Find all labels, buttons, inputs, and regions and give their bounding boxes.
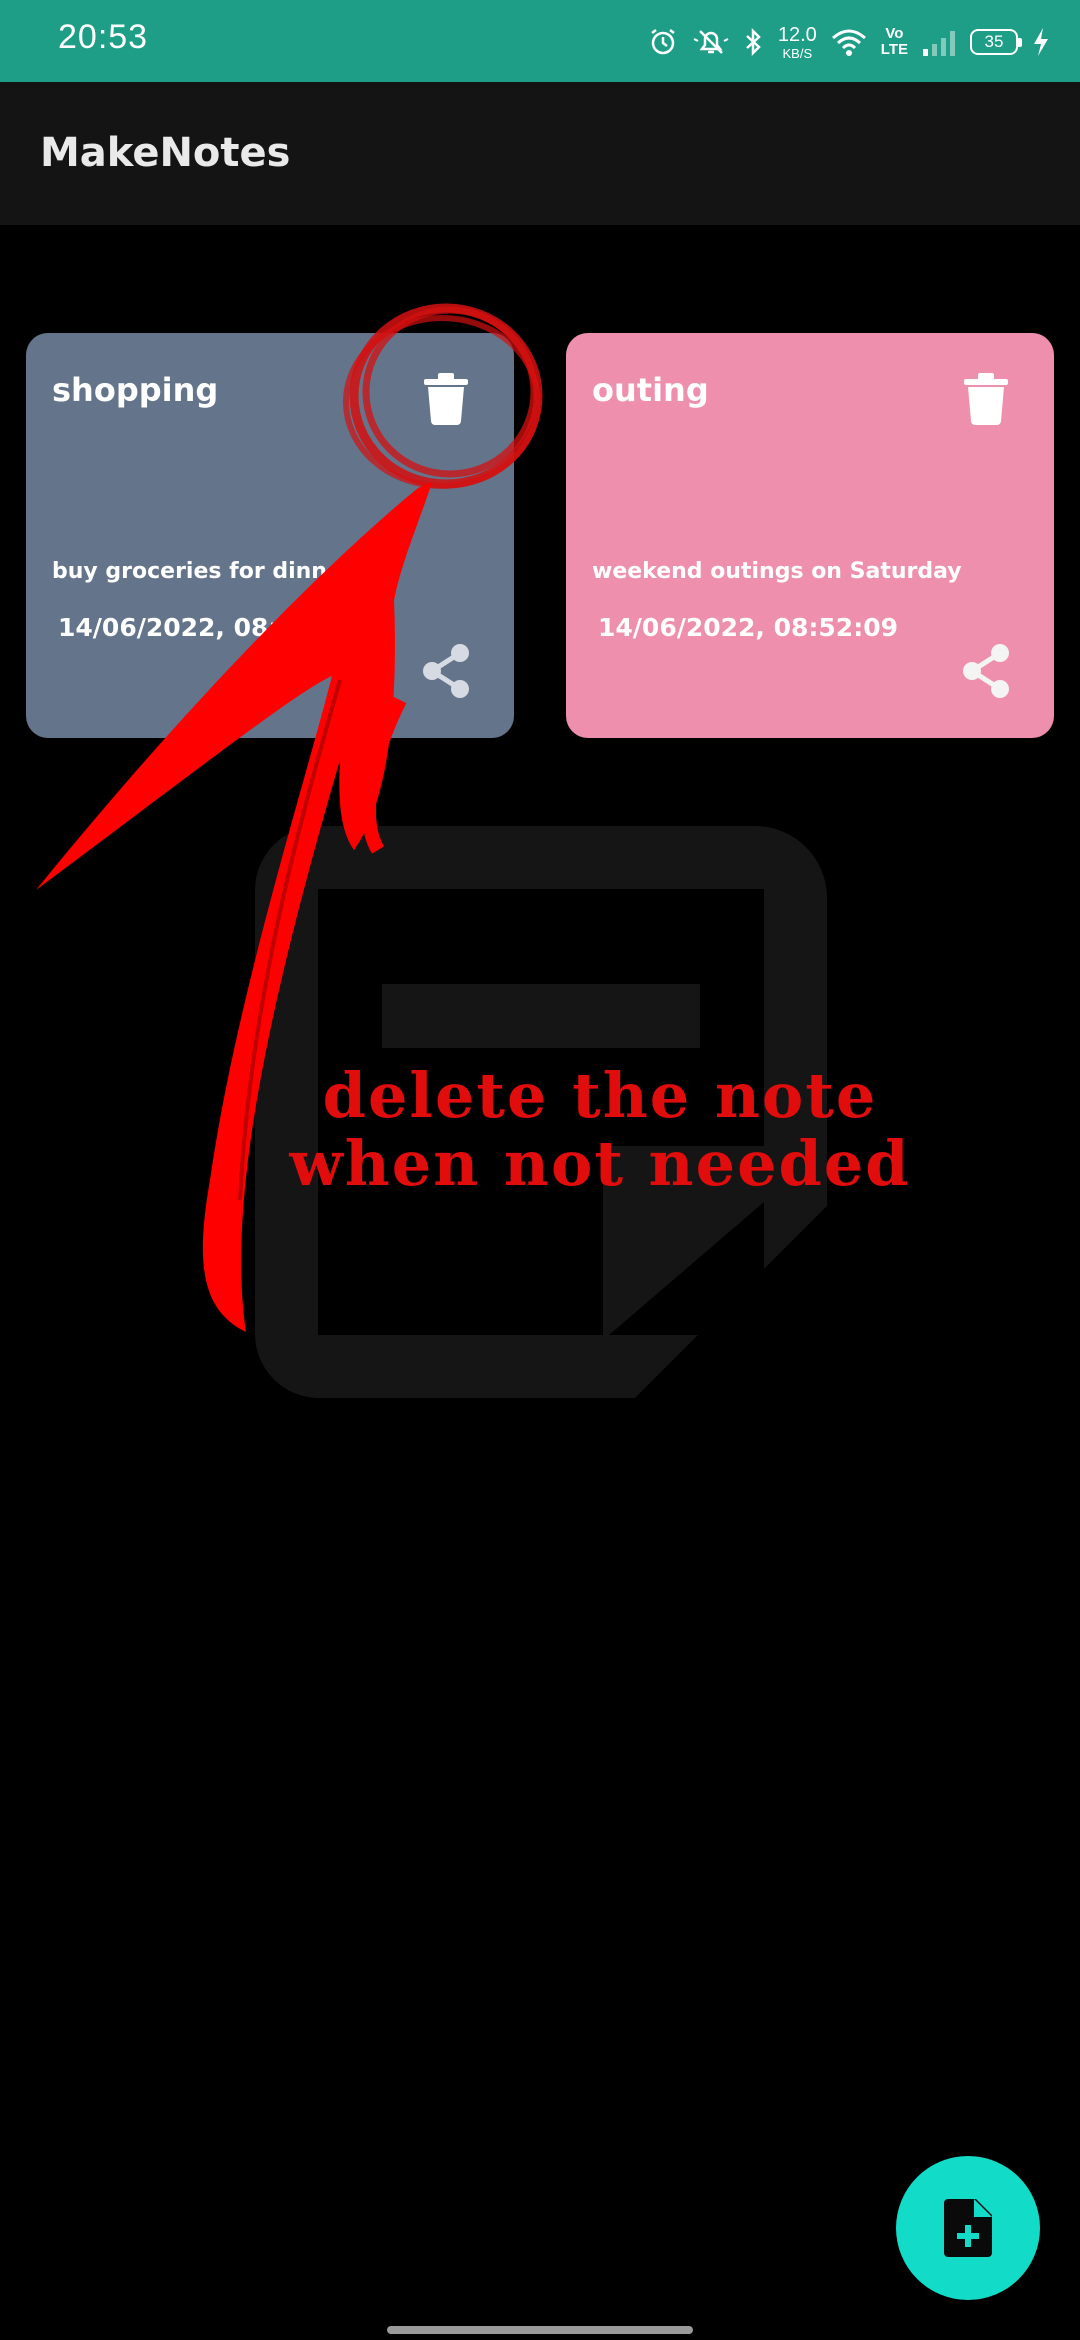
app-title: MakeNotes — [40, 130, 291, 176]
status-time: 20:53 — [58, 18, 149, 56]
share-icon[interactable] — [960, 643, 1012, 699]
status-icons: 12.0 KB/S Vo LTE 35 — [648, 20, 1050, 64]
note-card-shopping[interactable]: shopping buy groceries for dinner 14/06/… — [26, 333, 514, 738]
signal-icon — [923, 31, 955, 56]
wifi-icon — [831, 29, 866, 56]
note-date: 14/06/2022, 08:51:5 — [58, 613, 341, 642]
note-title: shopping — [52, 371, 219, 409]
bluetooth-icon — [745, 27, 761, 57]
app-bar: MakeNotes — [0, 82, 1080, 225]
network-speed-unit: KB/S — [782, 45, 813, 61]
network-speed-value: 12.0 — [777, 23, 817, 46]
mute-bell-icon — [693, 30, 729, 54]
status-bar: 20:53 12.0 KB/S Vo LTE 35 — [0, 0, 1080, 82]
note-card-outing[interactable]: outing weekend outings on Saturday 14/06… — [566, 333, 1054, 738]
volte-top: Vo — [885, 25, 904, 42]
add-note-button[interactable] — [896, 2156, 1040, 2300]
volte-indicator: Vo LTE — [881, 26, 908, 58]
annotation-text: delete the note when not needed — [250, 1062, 950, 1198]
network-speed: 12.0 KB/S — [778, 25, 817, 60]
note-body: weekend outings on Saturday — [592, 559, 962, 584]
note-date: 14/06/2022, 08:52:09 — [598, 613, 898, 642]
volte-bottom: LTE — [880, 41, 908, 58]
battery-icon: 35 — [970, 29, 1022, 55]
gesture-navigation-bar[interactable] — [387, 2326, 693, 2334]
share-icon[interactable] — [420, 643, 472, 699]
note-add-icon — [944, 2199, 992, 2257]
alarm-icon — [651, 29, 675, 55]
battery-level: 35 — [984, 32, 1004, 51]
note-body: buy groceries for dinner — [52, 559, 353, 584]
annotation-line-2: when not needed — [289, 1127, 911, 1200]
screen: 20:53 12.0 KB/S Vo LTE 35 MakeNotes shop… — [0, 0, 1080, 2340]
trash-icon[interactable] — [964, 373, 1008, 425]
trash-icon[interactable] — [424, 373, 468, 425]
note-title: outing — [592, 371, 709, 409]
charging-bolt-icon — [1034, 28, 1048, 56]
annotation-line-1: delete the note — [322, 1059, 878, 1132]
